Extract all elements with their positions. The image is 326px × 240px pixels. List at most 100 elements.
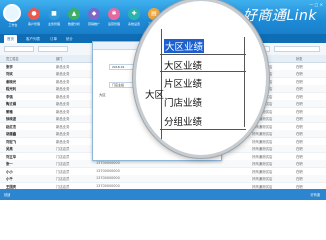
employee-name-cell: 程光利 [6, 87, 17, 91]
employee-name-cell: 谢晓光 [6, 79, 17, 84]
employee-name-cell: 小千 [6, 177, 13, 181]
lens-divider-h3 [160, 129, 246, 130]
tab-orders[interactable]: 订单 [50, 35, 57, 43]
department-cell: 新品业务 [56, 139, 70, 144]
employee-name-cell: 小小 [6, 169, 13, 174]
status-cell: 在职 [296, 109, 303, 114]
header-dept: 部门 [56, 57, 63, 61]
status-left: 就绪 [4, 193, 11, 197]
briefcase-icon: ■ [51, 10, 57, 17]
status-cell: 在职 [296, 162, 303, 166]
phone-cell: 13700000000 [96, 161, 120, 165]
department-cell: 门店店员 [56, 154, 70, 159]
megaphone-icon: ◆ [91, 10, 97, 17]
phone-cell: 13700000000 [96, 168, 120, 173]
department-cell: 新品业务 [56, 79, 70, 84]
department-cell: 门店店员 [56, 177, 70, 181]
status-cell: 在职 [296, 64, 303, 69]
status-cell: 在职 [296, 72, 303, 76]
employee-name-cell: 胡建鑫 [6, 132, 17, 136]
status-cell: 在职 [296, 147, 303, 151]
department-cell: 新品业务 [56, 64, 70, 69]
tab-stats[interactable]: 统计 [66, 35, 73, 43]
department-cell: 门店店员 [56, 169, 70, 174]
status-cell: 在职 [296, 169, 303, 174]
user-icon: ● [31, 10, 37, 17]
employee-name-cell: 刘欢 [6, 72, 13, 76]
header-status: 状态 [296, 57, 303, 61]
employee-name-cell: 徐晓波 [6, 117, 17, 121]
filter-input-1[interactable] [4, 46, 34, 52]
lens-region-label: 大区 [145, 90, 165, 101]
department-cell: 新品业务 [56, 72, 70, 76]
phone-cell: 13700000000 [96, 183, 120, 188]
store-cell: 好商通测试店 [252, 177, 273, 181]
phone-cell: 13700000000 [96, 176, 120, 180]
department-cell: 新品业务 [56, 117, 70, 121]
lens-divider-h1 [160, 54, 246, 55]
department-cell: 新品业务 [56, 132, 70, 136]
status-right: 好商通 [310, 193, 320, 197]
employee-name-cell: 张一 [6, 162, 13, 166]
department-cell: 新品业务 [56, 102, 70, 106]
chart-icon: ▲ [71, 10, 77, 17]
customer-button[interactable]: ● [28, 8, 40, 20]
employee-name-cell: 刘宏飞 [6, 139, 17, 144]
employee-name-cell: 李强 [6, 94, 13, 99]
department-cell: 新品业务 [56, 109, 70, 114]
dropdown-selected-value[interactable]: 大区业绩 [164, 39, 205, 53]
marketing-button[interactable]: ◆ [88, 8, 100, 20]
status-cell: 在职 [296, 117, 303, 121]
region-label: 大区 [99, 93, 106, 97]
department-cell: 新品业务 [56, 87, 70, 91]
status-cell: 在职 [296, 102, 303, 106]
status-cell: 在职 [296, 184, 303, 189]
status-cell: 在职 [296, 87, 303, 91]
employee-name-cell: 陶丈娟 [6, 102, 17, 106]
employee-name-cell: 王国庆 [6, 184, 17, 189]
status-cell: 在职 [296, 132, 303, 136]
app-logo[interactable] [3, 4, 21, 22]
business-button[interactable]: ■ [48, 8, 60, 20]
dropdown-option-group[interactable]: 分组业绩 [164, 114, 202, 128]
employee-name-cell: 赵红杰 [6, 124, 17, 129]
employee-name-cell: 吴亮 [6, 147, 13, 151]
analytics-button[interactable]: ▲ [68, 8, 80, 20]
magnifier-lens: 大区业绩 大区业绩 片区业绩 大区 门店业绩 分组业绩 [133, 0, 269, 158]
department-cell: 门店店员 [56, 184, 70, 189]
gear-icon: ✱ [111, 10, 117, 17]
marketing-label: 营销推广 [87, 22, 100, 26]
department-cell: 门店店员 [56, 162, 70, 166]
operations-label: 运营管理 [107, 22, 120, 26]
customer-label: 客户管理 [27, 22, 40, 26]
window-controls[interactable]: — □ × [309, 2, 323, 7]
employee-name-cell: 张宇 [6, 64, 13, 69]
logo-label: 工作台 [8, 23, 18, 27]
filter-input-4[interactable] [274, 46, 320, 52]
status-cell: 在职 [296, 79, 303, 84]
status-cell: 在职 [296, 177, 303, 181]
department-cell: 门店店员 [56, 147, 70, 151]
operations-button[interactable]: ✱ [108, 8, 120, 20]
store-cell: 好商通测试店 [252, 162, 273, 166]
status-cell: 在职 [296, 139, 303, 144]
tab-customer-list[interactable]: 客户列表 [26, 35, 40, 43]
employee-name-cell: 黎雅 [6, 109, 13, 114]
department-cell: 新品业务 [56, 94, 70, 99]
store-cell: 好商通测试店 [252, 184, 273, 189]
analytics-label: 数据分析 [67, 22, 80, 26]
business-label: 业务管理 [47, 22, 60, 26]
status-cell: 在职 [296, 154, 303, 159]
header-name: 员工姓名 [6, 57, 19, 61]
dropdown-option-store[interactable]: 门店业绩 [164, 95, 202, 109]
filter-input-2[interactable] [38, 46, 68, 52]
employee-name-cell: 刘立华 [6, 154, 17, 159]
status-cell: 在职 [296, 94, 303, 99]
status-bar: 就绪 好商通 [0, 189, 326, 200]
tab-home[interactable]: 首页 [4, 35, 17, 43]
dropdown-option-region[interactable]: 大区业绩 [164, 58, 202, 72]
dropdown-option-area[interactable]: 片区业绩 [164, 76, 202, 90]
status-cell: 在职 [296, 124, 303, 129]
magnified-dropdown: 大区业绩 大区业绩 片区业绩 大区 门店业绩 分组业绩 [136, 1, 266, 155]
department-cell: 新品业务 [56, 124, 70, 129]
